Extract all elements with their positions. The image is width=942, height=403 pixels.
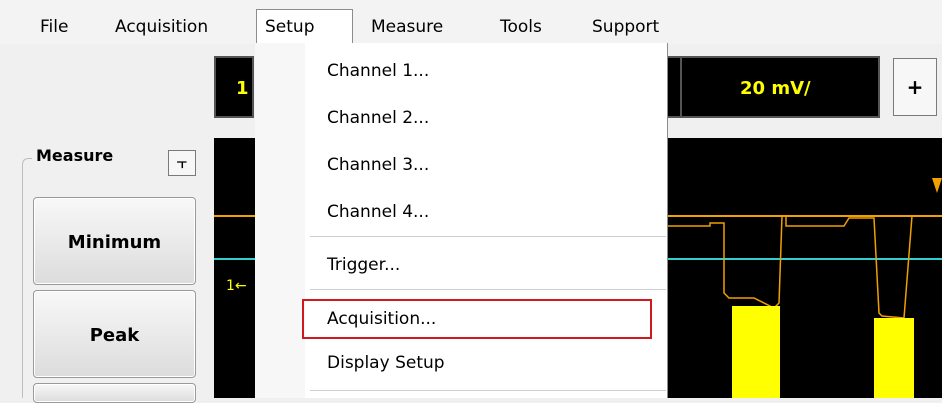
menu-measure[interactable]: Measure [363, 10, 451, 44]
measure-next-button[interactable] [33, 383, 196, 403]
signal-burst-2 [874, 318, 914, 398]
menu-file[interactable]: File [32, 10, 76, 44]
channel-number: 1 [236, 78, 249, 99]
pin-icon[interactable]: ⫟ [168, 150, 196, 176]
menu-item-display-setup[interactable]: Display Setup [327, 353, 445, 373]
menu-tools[interactable]: Tools [492, 10, 550, 44]
menu-support[interactable]: Support [584, 10, 667, 44]
signal-burst-1 [732, 306, 780, 398]
setup-dropdown [255, 43, 668, 398]
measure-panel-frame [22, 158, 32, 398]
trace-outline [665, 215, 942, 319]
menu-item-channel-4[interactable]: Channel 4... [327, 202, 429, 222]
menu-bar: File Acquisition Setup Measure Tools Sup… [0, 0, 942, 45]
measure-peak-button[interactable]: Peak [33, 290, 196, 378]
trigger-marker [932, 178, 942, 193]
acquisition-highlight-box [302, 299, 652, 339]
scale-increase-button[interactable]: + [893, 58, 937, 116]
menu-item-channel-3[interactable]: Channel 3... [327, 155, 429, 175]
menu-item-trigger[interactable]: Trigger... [327, 255, 400, 275]
measure-minimum-button[interactable]: Minimum [33, 197, 196, 285]
measure-panel-title: Measure [36, 146, 114, 165]
menu-separator [310, 390, 666, 391]
menu-setup[interactable]: Setup [256, 9, 353, 45]
menu-separator [310, 289, 666, 290]
menu-item-channel-2[interactable]: Channel 2... [327, 108, 429, 128]
menu-acquisition[interactable]: Acquisition [107, 10, 216, 44]
menu-item-channel-1[interactable]: Channel 1... [327, 61, 429, 81]
channel-marker: 1← [226, 278, 247, 294]
menu-separator [310, 236, 666, 237]
setup-dropdown-gutter [255, 43, 305, 398]
vertical-scale-value: 20 mV/ [740, 78, 811, 99]
